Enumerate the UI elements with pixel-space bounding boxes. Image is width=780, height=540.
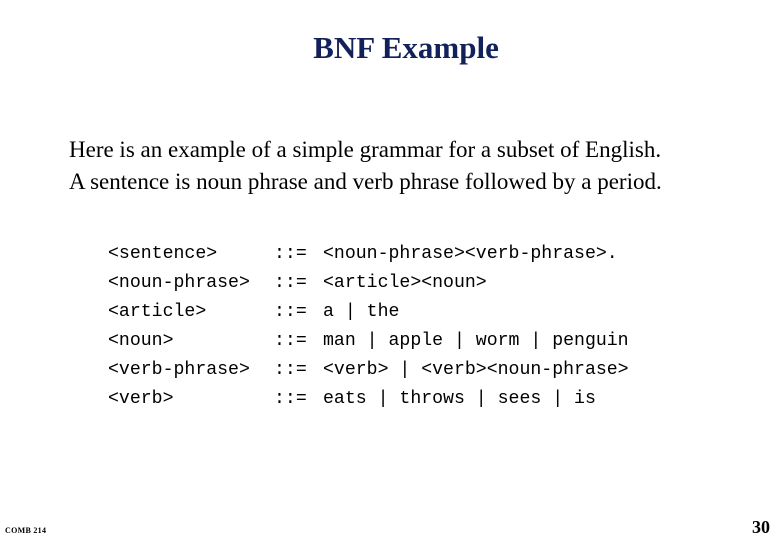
bnf-grammar-table: <sentence> ::= <noun-phrase><verb-phrase… [108, 240, 629, 414]
rule-operator: ::= [274, 302, 307, 322]
intro-paragraph: Here is an example of a simple grammar f… [69, 134, 662, 198]
rule-rhs: <verb> | <verb><noun-phrase> [323, 360, 629, 380]
rule-operator: ::= [274, 244, 307, 264]
rule-operator: ::= [274, 389, 307, 409]
rule-rhs: <noun-phrase><verb-phrase>. [323, 244, 618, 264]
rule-rhs: a | the [323, 302, 400, 322]
rule-lhs: <verb-phrase> [108, 360, 250, 380]
rule-lhs: <noun-phrase> [108, 273, 250, 293]
rule-lhs: <sentence> [108, 244, 218, 264]
rule-rhs: <article><noun> [323, 273, 487, 293]
grammar-rule: <sentence> ::= <noun-phrase><verb-phrase… [108, 240, 629, 269]
rule-lhs: <noun> [108, 331, 174, 351]
slide-title: BNF Example [313, 30, 499, 65]
rule-lhs: <verb> [108, 389, 174, 409]
rule-operator: ::= [274, 360, 307, 380]
page-number: 30 [752, 517, 770, 537]
course-code: COMB 214 [5, 526, 47, 535]
rule-lhs: <article> [108, 302, 207, 322]
grammar-rule: <noun-phrase> ::= <article><noun> [108, 269, 629, 298]
rule-rhs: eats | throws | sees | is [323, 389, 596, 409]
grammar-rule: <article> ::= a | the [108, 298, 629, 327]
rule-operator: ::= [274, 273, 307, 293]
rule-rhs: man | apple | worm | penguin [323, 331, 629, 351]
grammar-rule: <verb-phrase> ::= <verb> | <verb><noun-p… [108, 356, 629, 385]
intro-line: Here is an example of a simple grammar f… [69, 137, 662, 162]
intro-line: A sentence is noun phrase and verb phras… [69, 169, 662, 194]
rule-operator: ::= [274, 331, 307, 351]
grammar-rule: <verb> ::= eats | throws | sees | is [108, 385, 629, 414]
grammar-rule: <noun> ::= man | apple | worm | penguin [108, 327, 629, 356]
